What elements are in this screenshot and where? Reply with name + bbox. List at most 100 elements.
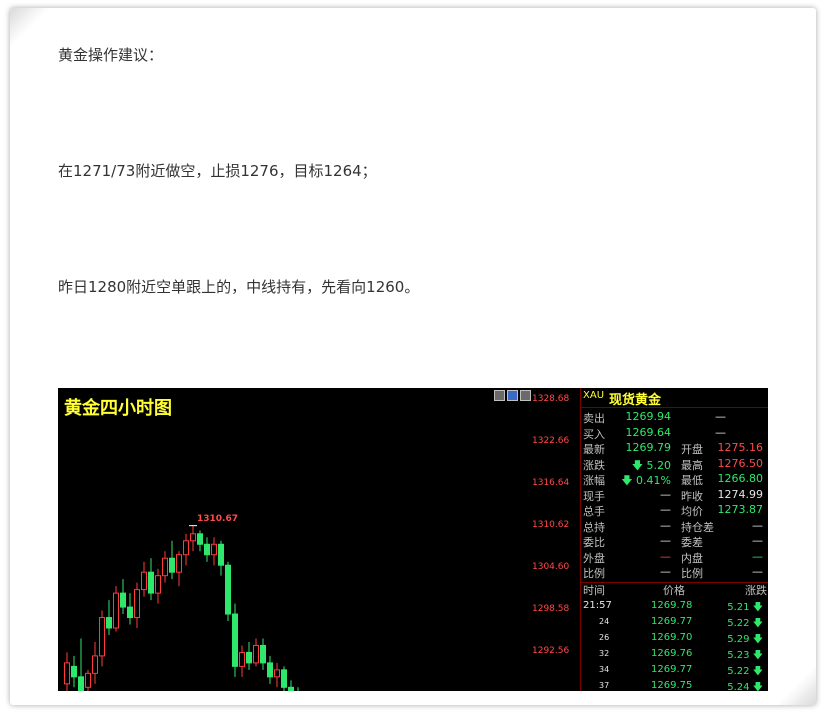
candle-body [155,575,161,594]
divider [581,407,768,408]
candle-body [162,557,168,577]
candle-body [218,543,224,566]
high-price-marker: 1310.67 [197,514,238,524]
advice-heading: 黄金操作建议： [58,46,164,64]
quote-field-label: 最高 [681,458,703,472]
price-axis-label: 1298.58 [532,604,570,614]
quote-field-value: — [660,549,671,563]
trade-row: 37 1269.75 5.24 🡇 [581,678,768,691]
trade-row: 32 1269.76 5.23 🡇 [581,646,768,662]
quote-field-label: 内盘 [681,551,703,565]
trade-row: 24 1269.77 5.22 🡇 [581,614,768,630]
candle-body [183,540,189,556]
quote-field-value: — [715,425,726,439]
candle-body [176,554,182,573]
candle-body [197,533,203,545]
quote-field-value: 1273.87 [717,503,764,516]
page-curl-top-left [10,8,50,48]
price-axis-label: 1316.64 [532,478,570,488]
candle-body [148,571,154,594]
quote-field-label: 现手 [583,489,605,503]
candle-body [232,613,238,667]
quote-field-value: 1266.80 [717,472,764,485]
quote-field-value: — [660,487,671,501]
candle-body [64,662,70,685]
candle-body [288,686,294,691]
trade-price: 1269.77 [651,664,693,675]
candle-body [134,589,140,619]
candle-body [253,644,259,664]
advice-paragraph-2: 昨日1280附近空单跟上的，中线持有，先看向1260。 [58,278,420,296]
quote-field-value: 1269.79 [625,441,672,454]
candle-body [78,676,84,691]
trade-price: 1269.75 [651,680,693,691]
quote-field-label: 比例 [681,567,703,580]
quote-field-label: 委比 [583,536,605,549]
quote-field-value: — [660,534,671,547]
quote-field-label: 买入 [583,427,605,441]
quote-field-value: — [660,518,671,532]
quote-field-value: — [715,410,726,423]
quote-field-label: 最新 [583,443,605,456]
candlestick-plot [64,525,299,691]
candle-body [85,672,91,688]
advice-paragraph-1: 在1271/73附近做空，止损1276，目标1264； [58,162,377,180]
candle-body [260,644,266,664]
trade-price: 1269.77 [651,616,693,627]
quote-field-value: 1275.16 [717,441,764,454]
trade-price: 1269.70 [651,632,693,643]
candle-body [99,617,105,657]
quote-field-value: — [752,549,763,563]
candle-body [127,606,133,619]
quote-name: 现货黄金 [609,393,662,408]
trade-time: 34 [599,665,610,674]
candle-body [169,557,175,573]
trade-change: 5.24 🡇 [727,682,763,691]
quote-field-label: 外盘 [583,551,605,565]
quote-panel: XAU 现货黄金 卖出 1269.94 — 买入 1269.64 — 最新 1269.79 开盘… [580,388,768,691]
quote-field-value: — [752,534,763,547]
candle-body [92,655,98,674]
quote-field-value: 1269.94 [625,410,672,423]
candle-body [190,533,196,542]
page-curl-bottom-right [776,665,816,705]
candle-body [239,651,245,667]
article-card: 黄金操作建议： 在1271/73附近做空，止损1276，目标1264； 昨日12… [10,8,816,705]
trade-price: 1269.76 [651,648,693,659]
quote-field-label: 卖出 [583,412,605,425]
quote-field-value: — [752,565,763,578]
trades-header-time: 时间 [583,584,605,597]
quote-field-value: 1276.50 [717,456,764,470]
trade-row: 21:57 1269.78 5.21 🡇 [581,598,768,614]
trade-time: 24 [599,617,610,626]
trade-time: 26 [599,633,610,642]
candle-body [204,543,210,556]
quote-field-value: 1269.64 [625,425,672,439]
quote-field-label: 涨跌 [583,458,605,472]
quote-field-label: 均价 [681,505,703,518]
quote-field-value: — [660,503,671,516]
quote-field-label: 委差 [681,536,703,549]
quote-field-value: 1274.99 [717,487,764,501]
candle-body [267,662,273,678]
quote-field-label: 总手 [583,505,605,518]
quote-field-label: 昨收 [681,489,703,503]
trades-header-price: 价格 [663,584,685,597]
candle-body [211,543,217,556]
price-axis-label: 1292.56 [532,646,570,656]
quote-field-value: — [752,518,763,532]
candle-body [106,617,112,629]
gold-4h-chart: 黄金四小时图 1310.67 1328.68 1322.66 1316.64 1… [58,388,768,691]
candle-body [71,665,77,678]
quote-symbol: XAU [583,390,605,401]
trade-time: 21:57 [583,600,612,611]
candle-body [113,592,119,629]
quote-field-label: 涨幅 [583,474,605,487]
quote-field-label: 总持 [583,520,605,534]
quote-field-label: 持仓差 [681,520,714,534]
trades-header-change: 涨跌 [745,584,767,597]
quote-field-label: 比例 [583,567,605,580]
price-axis-label: 1322.66 [532,436,570,446]
price-axis-label: 1310.62 [532,520,570,530]
candle-body [120,592,126,608]
